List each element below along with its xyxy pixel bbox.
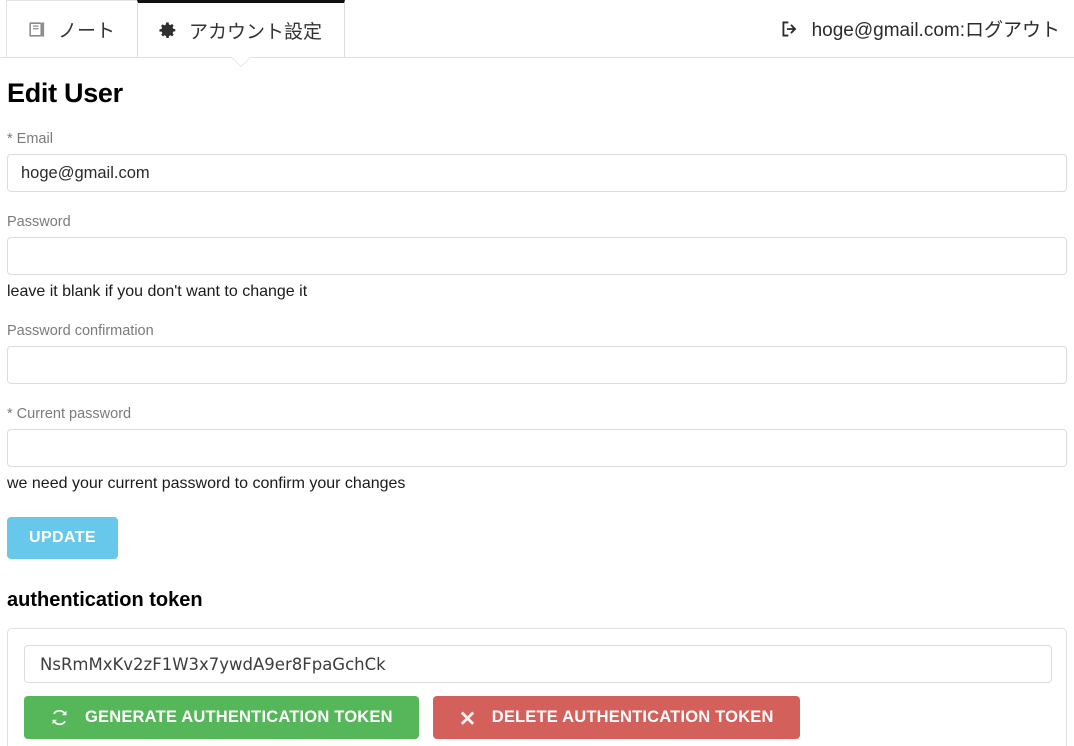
gear-icon [158, 21, 177, 40]
password-label: Password [7, 214, 71, 230]
page-title: Edit User [7, 78, 123, 108]
delete-authentication-token-button[interactable]: DELETE AUTHENTICATION TOKEN [432, 696, 800, 739]
generate-authentication-token-label: GENERATE AUTHENTICATION TOKEN [85, 708, 393, 726]
password-hint: leave it blank if you don't want to chan… [7, 283, 308, 300]
current-password-field[interactable] [7, 429, 1067, 467]
token-actions: GENERATE AUTHENTICATION TOKEN DELETE AUT… [24, 696, 1050, 739]
refresh-icon [50, 708, 69, 727]
sign-out-icon [780, 19, 800, 39]
navigation-tabbar: ノート アカウント設定 hoge@gmail.com:ログアウト [0, 0, 1074, 66]
authentication-token-field[interactable] [24, 645, 1052, 683]
email-field[interactable] [7, 154, 1067, 192]
logout-link[interactable]: hoge@gmail.com:ログアウト [780, 15, 1074, 42]
current-password-label: * Current password [7, 406, 132, 422]
page-root: ノート アカウント設定 hoge@gmail.com:ログアウト Edit Us… [0, 0, 1074, 746]
email-label: * Email [7, 131, 53, 147]
password-field[interactable] [7, 237, 1067, 275]
logout-label: hoge@gmail.com:ログアウト [811, 20, 1060, 41]
current-password-hint: we need your current password to confirm… [7, 475, 406, 492]
generate-authentication-token-button[interactable]: GENERATE AUTHENTICATION TOKEN [24, 696, 419, 739]
password-confirmation-label: Password confirmation [7, 323, 154, 339]
remove-icon [459, 709, 476, 726]
update-button[interactable]: UPDATE [7, 517, 118, 559]
password-confirmation-field[interactable] [7, 346, 1067, 384]
tab-account-settings-label: アカウント設定 [189, 21, 323, 43]
book-icon [27, 20, 46, 39]
tab-notes-label: ノート [58, 20, 116, 42]
authentication-token-panel: GENERATE AUTHENTICATION TOKEN DELETE AUT… [7, 628, 1067, 746]
active-tab-caret [232, 57, 251, 66]
tab-notes[interactable]: ノート [6, 0, 139, 57]
tab-account-settings[interactable]: アカウント設定 [137, 0, 346, 66]
delete-authentication-token-label: DELETE AUTHENTICATION TOKEN [491, 708, 774, 726]
main-content: Edit User * Email Password leave it blan… [0, 78, 1074, 746]
authentication-token-title: authentication token [7, 589, 203, 611]
